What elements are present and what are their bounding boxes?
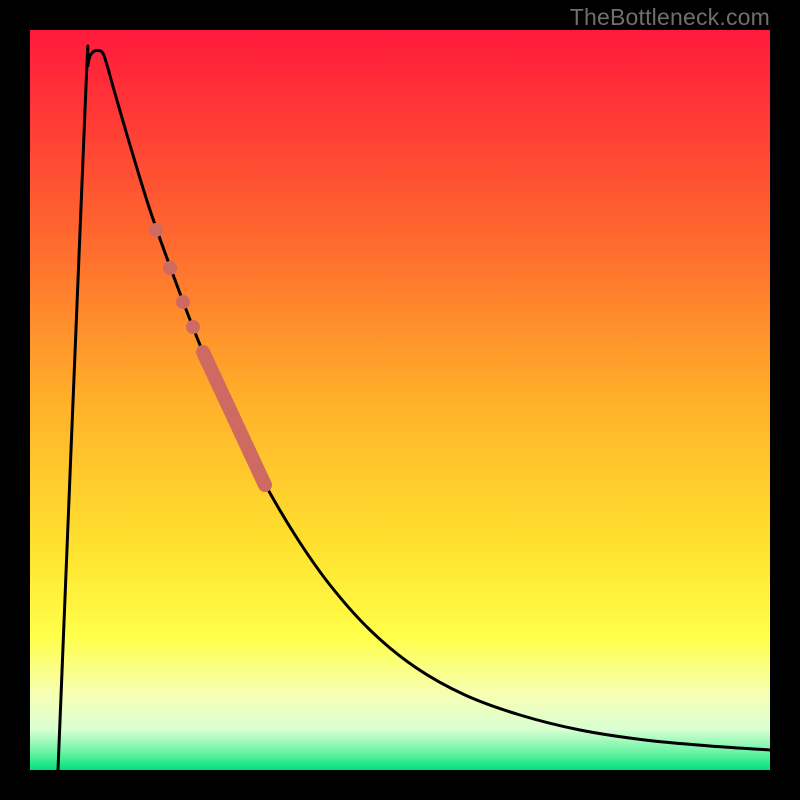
gradient-background xyxy=(30,30,770,770)
highlighted-dots-point xyxy=(149,223,163,237)
chart-frame: TheBottleneck.com xyxy=(0,0,800,800)
plot-area xyxy=(30,30,770,770)
highlighted-dots-point xyxy=(186,320,200,334)
highlighted-dots-point xyxy=(163,261,177,275)
chart-svg xyxy=(30,30,770,770)
highlighted-dots-point xyxy=(176,295,190,309)
watermark-text: TheBottleneck.com xyxy=(570,4,770,31)
